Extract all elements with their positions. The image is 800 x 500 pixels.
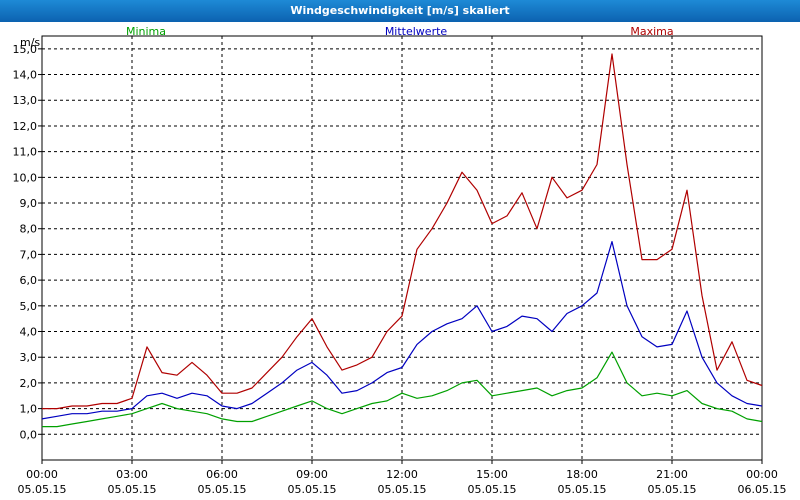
x-tick-date-label: 05.05.15 <box>288 483 337 496</box>
y-tick-label: 7,0 <box>20 248 38 261</box>
x-tick-date-label: 05.05.15 <box>558 483 607 496</box>
y-tick-label: 14,0 <box>13 69 38 82</box>
legend-maxima: Maxima <box>630 25 673 38</box>
x-tick-time-label: 00:00 <box>26 468 58 481</box>
x-tick-time-label: 03:00 <box>116 468 148 481</box>
legend-minima: Minima <box>126 25 166 38</box>
legend-mittelwerte: Mittelwerte <box>385 25 448 38</box>
y-tick-label: 5,0 <box>20 300 38 313</box>
x-tick-date-label: 06.05.15 <box>738 483 787 496</box>
x-tick-time-label: 21:00 <box>656 468 688 481</box>
y-tick-label: 9,0 <box>20 197 38 210</box>
y-tick-label: 3,0 <box>20 351 38 364</box>
x-tick-time-label: 00:00 <box>746 468 778 481</box>
y-tick-label: 11,0 <box>13 146 38 159</box>
y-tick-label: 8,0 <box>20 223 38 236</box>
x-tick-date-label: 05.05.15 <box>198 483 247 496</box>
x-tick-date-label: 05.05.15 <box>378 483 427 496</box>
x-tick-date-label: 05.05.15 <box>18 483 67 496</box>
x-tick-time-label: 12:00 <box>386 468 418 481</box>
y-axis-unit-label: m/s <box>20 36 40 49</box>
y-tick-label: 10,0 <box>13 171 38 184</box>
plot-background <box>0 22 800 500</box>
x-tick-time-label: 09:00 <box>296 468 328 481</box>
window-title: Windgeschwindigkeit [m/s] skaliert <box>0 0 800 23</box>
y-tick-label: 2,0 <box>20 377 38 390</box>
x-tick-time-label: 06:00 <box>206 468 238 481</box>
y-tick-label: 13,0 <box>13 94 38 107</box>
y-tick-label: 4,0 <box>20 326 38 339</box>
x-tick-date-label: 05.05.15 <box>108 483 157 496</box>
x-tick-date-label: 05.05.15 <box>648 483 697 496</box>
chart-window: Windgeschwindigkeit [m/s] skaliert 0,0 1,… <box>0 0 800 500</box>
x-tick-time-label: 15:00 <box>476 468 508 481</box>
x-tick-date-label: 05.05.15 <box>468 483 517 496</box>
y-tick-label: 12,0 <box>13 120 38 133</box>
y-tick-label: 0,0 <box>20 428 38 441</box>
y-tick-label: 1,0 <box>20 403 38 416</box>
x-tick-time-label: 18:00 <box>566 468 598 481</box>
chart: 0,0 1,0 2,0 3,0 4,0 5,0 6,0 7,0 8,0 9,0 10,0 11,0 12… <box>0 22 800 500</box>
y-tick-label: 6,0 <box>20 274 38 287</box>
